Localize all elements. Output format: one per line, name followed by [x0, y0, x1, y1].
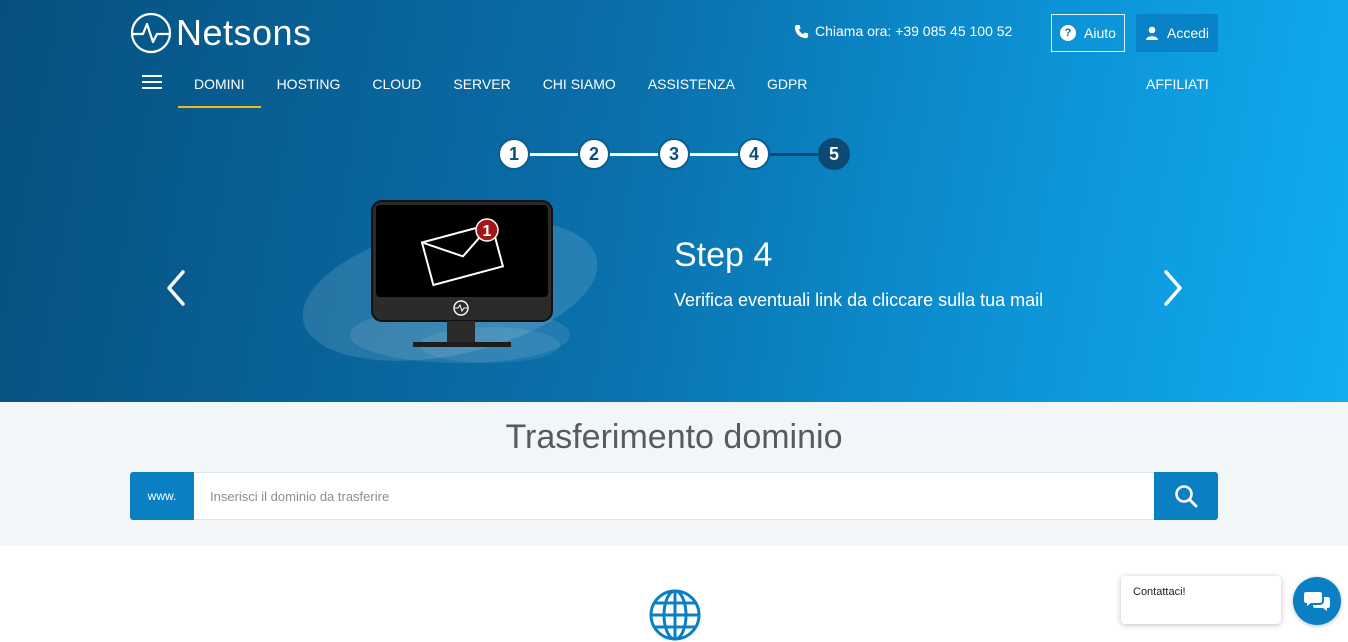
- search-icon: [1175, 485, 1198, 508]
- netsons-logo[interactable]: Netsons: [130, 12, 312, 54]
- logo-text: Netsons: [176, 12, 312, 53]
- step-indicator: 1 2 3 4 5: [498, 138, 850, 170]
- chat-prompt[interactable]: Contattaci!: [1121, 576, 1281, 624]
- menu-icon[interactable]: [142, 75, 162, 91]
- slide-title: Step 4: [674, 236, 773, 274]
- domain-search-input[interactable]: [194, 472, 1154, 520]
- step-connector: [768, 153, 820, 156]
- www-prefix: www.: [130, 472, 194, 520]
- nav-item-server[interactable]: SERVER: [437, 74, 526, 108]
- logo-mark-icon: [130, 12, 172, 54]
- step-1[interactable]: 1: [498, 138, 530, 170]
- phone-link[interactable]: Chiama ora: +39 085 45 100 52: [794, 23, 1012, 39]
- user-icon: [1145, 26, 1158, 40]
- login-label: Accedi: [1166, 25, 1210, 41]
- nav-item-affiliati[interactable]: AFFILIATI: [1146, 76, 1209, 92]
- nav-item-domini[interactable]: DOMINI: [178, 74, 261, 108]
- phone-text: Chiama ora: +39 085 45 100 52: [815, 23, 1013, 39]
- chat-button[interactable]: [1293, 577, 1341, 625]
- help-label: Aiuto: [1084, 25, 1116, 41]
- phone-icon: [794, 24, 809, 38]
- search-button[interactable]: [1154, 472, 1218, 520]
- chevron-left-icon[interactable]: [163, 268, 187, 308]
- step-2[interactable]: 2: [578, 138, 610, 170]
- step-connector: [688, 153, 740, 156]
- section-title: Trasferimento dominio: [505, 418, 843, 456]
- globe-icon: [649, 589, 701, 641]
- chat-icon: [1304, 592, 1330, 611]
- notification-badge: 1: [483, 223, 492, 240]
- chevron-right-icon[interactable]: [1162, 268, 1186, 308]
- help-button[interactable]: ? Aiuto: [1051, 14, 1125, 52]
- step-4[interactable]: 4: [738, 138, 770, 170]
- login-button[interactable]: Accedi: [1136, 14, 1218, 52]
- step-5[interactable]: 5: [818, 138, 850, 170]
- step-3[interactable]: 3: [658, 138, 690, 170]
- nav-item-hosting[interactable]: HOSTING: [261, 74, 357, 108]
- step-connector: [528, 153, 580, 156]
- hero-banner: Netsons Chiama ora: +39 085 45 100 52 ? …: [0, 0, 1348, 402]
- chat-label: Contattaci!: [1133, 586, 1186, 598]
- nav-item-gdpr[interactable]: GDPR: [751, 74, 823, 108]
- domain-transfer-section: Trasferimento dominio www.: [0, 402, 1348, 546]
- nav-item-cloud[interactable]: CLOUD: [356, 74, 437, 108]
- nav-item-chi-siamo[interactable]: CHI SIAMO: [527, 74, 632, 108]
- nav-item-assistenza[interactable]: ASSISTENZA: [632, 74, 751, 108]
- step-connector: [608, 153, 660, 156]
- main-nav: DOMINI HOSTING CLOUD SERVER CHI SIAMO AS…: [178, 74, 823, 108]
- slide-subtitle: Verifica eventuali link da cliccare sull…: [674, 290, 1044, 310]
- monitor-mail-illustration: 1: [302, 200, 598, 363]
- help-icon: ?: [1060, 25, 1077, 41]
